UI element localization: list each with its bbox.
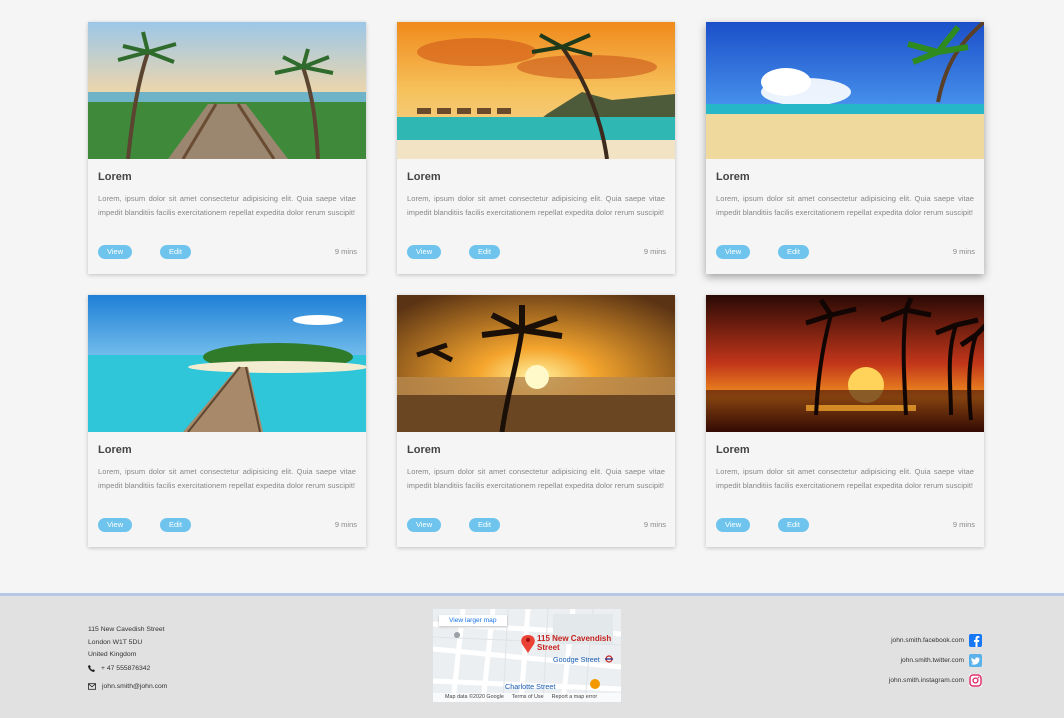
card-title: Lorem (407, 444, 441, 456)
read-time: 9 mins (334, 247, 357, 256)
read-time: 9 mins (643, 520, 666, 529)
email-address[interactable]: john.smith@john.com (102, 683, 167, 690)
view-button[interactable]: View (716, 518, 751, 532)
card-title: Lorem (98, 171, 132, 183)
view-button[interactable]: View (407, 518, 442, 532)
card-image (706, 22, 984, 159)
map-footer: Map data ©2020 Google Terms of Use Repor… (433, 693, 621, 702)
card-image (88, 295, 366, 432)
envelope-icon (88, 683, 96, 690)
address: 115 New Cavedish Street London W1T 5DU U… (88, 624, 165, 662)
card-description: Lorem, ipsum dolor sit amet consectetur … (98, 194, 356, 217)
map-embed[interactable]: View larger map 115 New Cavendish Street… (433, 609, 621, 702)
card: Lorem Lorem, ipsum dolor sit amet consec… (397, 295, 675, 547)
map-report-link[interactable]: Report a map error (552, 693, 598, 702)
map-data-credit: Map data ©2020 Google (445, 694, 504, 700)
view-button[interactable]: View (98, 245, 133, 259)
instagram-icon[interactable] (969, 674, 982, 687)
facebook-handle[interactable]: john.smith.facebook.com (891, 637, 964, 644)
card-description: Lorem, ipsum dolor sit amet consectetur … (407, 467, 665, 490)
card-grid: Lorem Lorem, ipsum dolor sit amet consec… (88, 22, 984, 547)
edit-button[interactable]: Edit (469, 518, 500, 532)
map-street-label: Goodge Street (553, 655, 600, 664)
social-facebook[interactable]: john.smith.facebook.com (891, 634, 982, 647)
card: Lorem Lorem, ipsum dolor sit amet consec… (88, 22, 366, 274)
card: Lorem Lorem, ipsum dolor sit amet consec… (88, 295, 366, 547)
map-street-label: Charlotte Street (505, 682, 556, 691)
card-description: Lorem, ipsum dolor sit amet consectetur … (407, 194, 665, 217)
edit-button[interactable]: Edit (778, 245, 809, 259)
edit-button[interactable]: Edit (469, 245, 500, 259)
card-title: Lorem (716, 444, 750, 456)
card-title: Lorem (407, 171, 441, 183)
read-time: 9 mins (952, 520, 975, 529)
twitter-icon[interactable] (969, 654, 982, 667)
facebook-icon[interactable] (969, 634, 982, 647)
card: Lorem Lorem, ipsum dolor sit amet consec… (706, 22, 984, 274)
view-button[interactable]: View (407, 245, 442, 259)
map-place-label: 115 New Cavendish Street (537, 634, 612, 652)
view-button[interactable]: View (716, 245, 751, 259)
read-time: 9 mins (334, 520, 357, 529)
view-larger-map-link[interactable]: View larger map (439, 615, 507, 626)
card-description: Lorem, ipsum dolor sit amet consectetur … (716, 194, 974, 217)
address-line: 115 New Cavedish Street (88, 626, 165, 633)
edit-button[interactable]: Edit (778, 518, 809, 532)
email-line[interactable]: john.smith@john.com (88, 683, 167, 690)
social-instagram[interactable]: john.smith.instagram.com (889, 674, 982, 687)
card: Lorem Lorem, ipsum dolor sit amet consec… (706, 295, 984, 547)
card-description: Lorem, ipsum dolor sit amet consectetur … (98, 467, 356, 490)
phone-line: + 47 555876342 (88, 665, 150, 672)
read-time: 9 mins (643, 247, 666, 256)
instagram-handle[interactable]: john.smith.instagram.com (889, 677, 964, 684)
card-title: Lorem (716, 171, 750, 183)
address-line: London W1T 5DU (88, 638, 143, 646)
card-image (706, 295, 984, 432)
footer: 115 New Cavedish Street London W1T 5DU U… (0, 593, 1064, 718)
card-image (397, 295, 675, 432)
card-image (397, 22, 675, 159)
card-description: Lorem, ipsum dolor sit amet consectetur … (716, 467, 974, 490)
twitter-handle[interactable]: john.smith.twitter.com (901, 657, 964, 664)
phone-number: + 47 555876342 (101, 665, 151, 672)
card-title: Lorem (98, 444, 132, 456)
card-image (88, 22, 366, 159)
view-button[interactable]: View (98, 518, 133, 532)
edit-button[interactable]: Edit (160, 245, 191, 259)
social-twitter[interactable]: john.smith.twitter.com (901, 654, 982, 667)
read-time: 9 mins (952, 247, 975, 256)
address-line: United Kingdom (88, 651, 137, 658)
edit-button[interactable]: Edit (160, 518, 191, 532)
card: Lorem Lorem, ipsum dolor sit amet consec… (397, 22, 675, 274)
phone-icon (88, 665, 95, 672)
map-terms-link[interactable]: Terms of Use (512, 693, 544, 702)
